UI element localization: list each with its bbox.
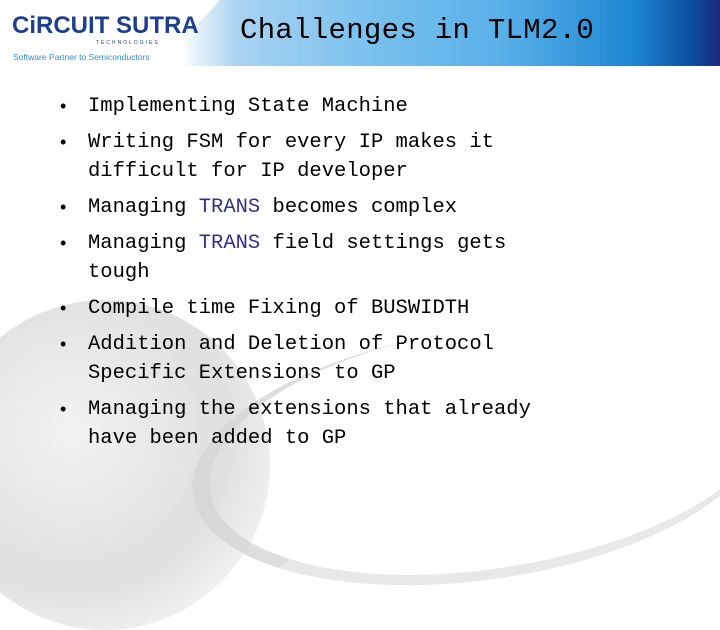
bullet-text: Addition and Deletion of Protocol Specif… bbox=[88, 333, 494, 385]
bullet-icon: • bbox=[60, 298, 67, 318]
bullet-text: Implementing State Machine bbox=[88, 95, 408, 118]
company-logo: CiRCUIT SUTRA TECHNOLOGIES Software Part… bbox=[10, 6, 199, 64]
logo-tagline: Software Partner to Semiconductors bbox=[13, 52, 150, 62]
bullet-item: • Managing TRANS becomes complex bbox=[60, 193, 660, 222]
bullet-icon: • bbox=[60, 132, 67, 152]
bullet-icon: • bbox=[60, 334, 67, 354]
bullet-text: Managing bbox=[88, 232, 199, 255]
logo-brand-part1: CiRCUIT bbox=[12, 12, 110, 39]
highlight-term: TRANS bbox=[198, 196, 261, 219]
bullet-item: • Writing FSM for every IP makes it diffi… bbox=[60, 128, 660, 186]
bullet-item: • Managing TRANS field settings gets toug… bbox=[60, 229, 660, 287]
bullet-text: Managing bbox=[88, 196, 199, 219]
bullet-text: Compile time Fixing of BUSWIDTH bbox=[88, 297, 470, 320]
logo-subtitle: TECHNOLOGIES bbox=[96, 40, 160, 46]
bullet-icon: • bbox=[60, 399, 67, 419]
bullet-icon: • bbox=[60, 96, 67, 116]
bullet-item: • Compile time Fixing of BUSWIDTH bbox=[60, 294, 660, 323]
slide-title: Challenges in TLM2.0 bbox=[240, 14, 595, 47]
bullet-text: becomes complex bbox=[260, 196, 458, 219]
bullet-item: • Implementing State Machine bbox=[60, 92, 660, 121]
bullet-text: Managing the extensions that already hav… bbox=[88, 398, 531, 450]
bullet-list: • Implementing State Machine • Writing FSM … bbox=[60, 92, 660, 460]
bullet-item: • Managing the extensions that already ha… bbox=[60, 395, 660, 453]
highlight-term: TRANS bbox=[198, 232, 261, 255]
bullet-icon: • bbox=[60, 233, 67, 253]
bullet-text: Writing FSM for every IP makes it diffic… bbox=[88, 131, 494, 183]
logo-brand-part2: SUTRA bbox=[116, 12, 199, 39]
bullet-item: • Addition and Deletion of Protocol Speci… bbox=[60, 330, 660, 388]
header-band: CiRCUIT SUTRA TECHNOLOGIES Software Part… bbox=[0, 0, 720, 66]
logo-brand: CiRCUIT SUTRA bbox=[12, 12, 199, 40]
bullet-icon: • bbox=[60, 197, 67, 217]
